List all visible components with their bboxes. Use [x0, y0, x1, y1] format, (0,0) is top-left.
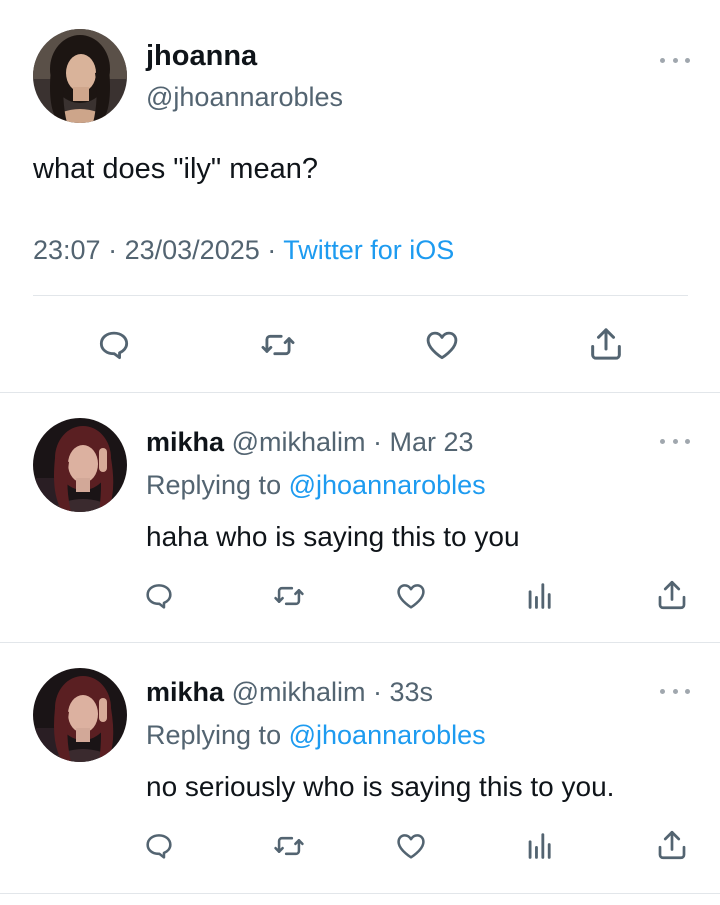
heart-icon[interactable] [393, 828, 429, 864]
reply-tweet: mikha @mikhalim · 33s Replying to @jhoan… [0, 643, 720, 893]
reply-icon[interactable] [141, 828, 177, 864]
heart-icon[interactable] [421, 325, 463, 365]
tweet-date[interactable]: 23/03/2025 [125, 235, 260, 265]
meta-separator: · [373, 677, 382, 707]
avatar[interactable] [33, 418, 127, 512]
divider [0, 893, 720, 894]
display-name[interactable]: mikha [146, 427, 224, 457]
replying-label: Replying to [146, 720, 282, 750]
avatar[interactable] [33, 668, 127, 762]
reply-tweet: mikha @mikhalim · Mar 23 Replying to @jh… [0, 393, 720, 641]
tweet-text: what does "ily" mean? [33, 153, 318, 185]
share-icon[interactable] [653, 576, 691, 614]
tweet-text: no seriously who is saying this to you. [146, 771, 615, 802]
mention-link[interactable]: @jhoannarobles [289, 470, 486, 500]
more-icon[interactable] [660, 436, 690, 446]
replying-to: Replying to @jhoannarobles [146, 470, 486, 501]
retweet-icon[interactable] [270, 828, 308, 864]
display-name[interactable]: mikha [146, 677, 224, 707]
tweet-time[interactable]: Mar 23 [390, 427, 474, 457]
username-handle[interactable]: @mikhalim [232, 677, 366, 707]
tweet-meta: 23:07 · 23/03/2025 · Twitter for iOS [33, 235, 454, 266]
tweet-source[interactable]: Twitter for iOS [283, 235, 454, 265]
avatar[interactable] [33, 29, 127, 123]
reply-header: mikha @mikhalim · 33s [146, 677, 433, 708]
meta-separator: · [108, 235, 118, 265]
analytics-icon[interactable] [522, 578, 558, 614]
retweet-icon[interactable] [270, 578, 308, 614]
meta-separator: · [267, 235, 277, 265]
more-icon[interactable] [660, 55, 690, 65]
share-icon[interactable] [653, 826, 691, 864]
mention-link[interactable]: @jhoannarobles [289, 720, 486, 750]
replying-label: Replying to [146, 470, 282, 500]
share-icon[interactable] [585, 323, 627, 365]
username-handle[interactable]: @mikhalim [232, 427, 366, 457]
retweet-icon[interactable] [256, 325, 300, 365]
meta-separator: · [373, 427, 382, 457]
tweet-time[interactable]: 33s [390, 677, 434, 707]
analytics-icon[interactable] [522, 828, 558, 864]
divider [33, 295, 688, 296]
reply-icon[interactable] [141, 578, 177, 614]
reply-icon[interactable] [94, 325, 134, 365]
heart-icon[interactable] [393, 578, 429, 614]
more-icon[interactable] [660, 686, 690, 696]
replying-to: Replying to @jhoannarobles [146, 720, 486, 751]
display-name[interactable]: jhoanna [146, 40, 257, 73]
username-handle[interactable]: @jhoannarobles [146, 82, 343, 113]
tweet-text: haha who is saying this to you [146, 521, 520, 552]
reply-header: mikha @mikhalim · Mar 23 [146, 427, 474, 458]
tweet-time[interactable]: 23:07 [33, 235, 101, 265]
